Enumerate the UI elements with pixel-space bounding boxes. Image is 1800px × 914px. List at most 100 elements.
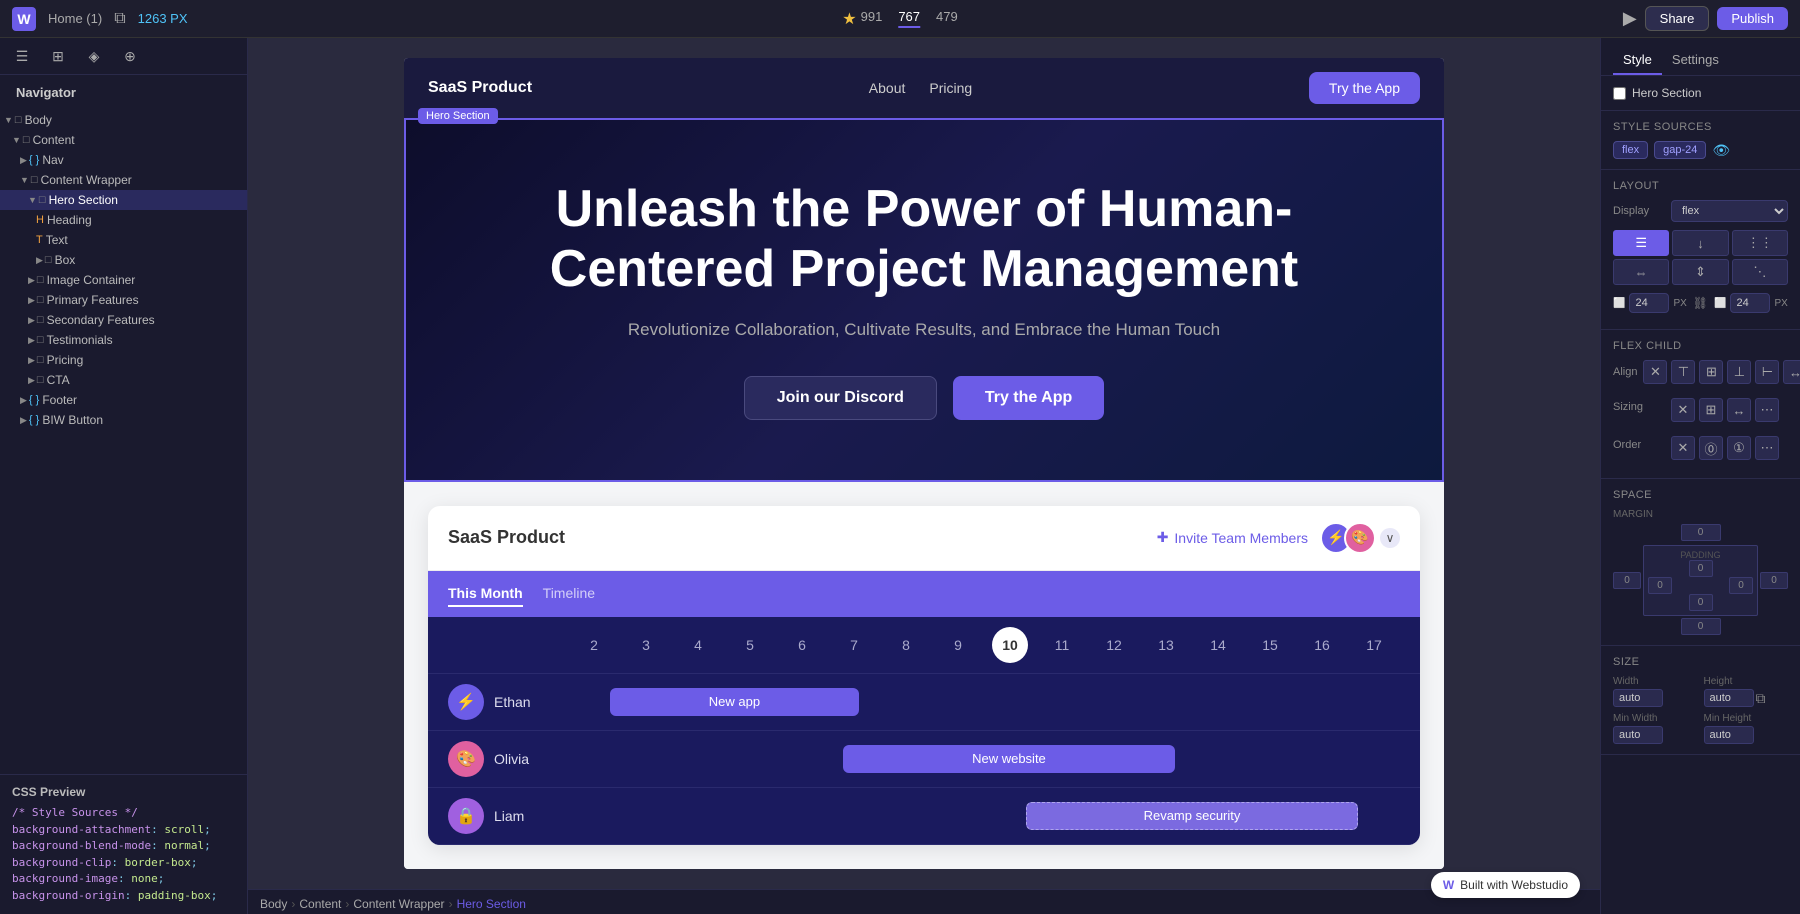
nav-item-testimonials[interactable]: ▶ □ Testimonials bbox=[0, 330, 247, 350]
nav-item-hero-section[interactable]: ▼ □ Hero Section bbox=[0, 190, 247, 210]
built-with-badge[interactable]: W Built with Webstudio bbox=[1431, 872, 1580, 898]
date-8: 8 bbox=[888, 627, 924, 663]
duplicate-icon[interactable]: ⧉ bbox=[114, 10, 125, 28]
nav-item-content[interactable]: ▼ □ Content bbox=[0, 130, 247, 150]
padding-left-input[interactable] bbox=[1629, 293, 1669, 313]
nav-link-pricing[interactable]: Pricing bbox=[929, 80, 972, 96]
margin-top-input[interactable] bbox=[1681, 524, 1721, 541]
flex-tag[interactable]: flex bbox=[1613, 141, 1648, 159]
avatar-2: 🎨 bbox=[1344, 522, 1376, 554]
app-preview-section: SaaS Product ✚ Invite Team Members ⚡ 🎨 ∨ bbox=[404, 482, 1444, 869]
flex-dir-row[interactable]: ☰ bbox=[1613, 230, 1669, 256]
margin-bottom-input[interactable] bbox=[1681, 618, 1721, 635]
share-button[interactable]: Share bbox=[1645, 6, 1710, 31]
padding-right-input[interactable] bbox=[1730, 293, 1770, 313]
task-bar-revamp-security[interactable]: Revamp security bbox=[1026, 802, 1359, 830]
margin-left-input[interactable] bbox=[1613, 572, 1641, 589]
width-input[interactable] bbox=[1613, 689, 1663, 707]
min-height-input[interactable] bbox=[1704, 726, 1754, 744]
breakpoint-991[interactable]: 991 bbox=[861, 9, 883, 28]
padding-bottom-input[interactable] bbox=[1689, 594, 1713, 611]
pages-icon[interactable]: ⊞ bbox=[44, 42, 72, 70]
flex-align-1[interactable]: ⇔ bbox=[1613, 259, 1669, 285]
sizing-more-btn[interactable]: ⋯ bbox=[1755, 398, 1779, 422]
nav-item-pricing[interactable]: ▶ □ Pricing bbox=[0, 350, 247, 370]
date-6: 6 bbox=[784, 627, 820, 663]
nav-cta-button[interactable]: Try the App bbox=[1309, 72, 1420, 104]
eye-icon[interactable]: 👁 bbox=[1712, 142, 1730, 159]
align-bottom-btn[interactable]: ⊥ bbox=[1727, 360, 1751, 384]
padding-top-input[interactable] bbox=[1689, 560, 1713, 577]
hero-checkbox-input[interactable] bbox=[1613, 87, 1626, 100]
align-right-btn[interactable]: ⊢ bbox=[1755, 360, 1779, 384]
nav-item-body[interactable]: ▼ □ Body bbox=[0, 110, 247, 130]
breadcrumb-content[interactable]: Content bbox=[299, 897, 341, 911]
search-icon[interactable]: ⊕ bbox=[116, 42, 144, 70]
align-top-btn[interactable]: ⊤ bbox=[1671, 360, 1695, 384]
resize-icon[interactable]: ⧉ bbox=[1756, 690, 1766, 707]
tab-settings[interactable]: Settings bbox=[1662, 46, 1729, 75]
breakpoint-479[interactable]: 479 bbox=[936, 9, 958, 28]
align-x-btn[interactable]: ✕ bbox=[1643, 360, 1667, 384]
breadcrumb-content-wrapper[interactable]: Content Wrapper bbox=[353, 897, 444, 911]
components-icon[interactable]: ◈ bbox=[80, 42, 108, 70]
size-title: Size bbox=[1613, 656, 1788, 668]
padding-right-inner[interactable] bbox=[1729, 577, 1753, 594]
breadcrumb-hero-section[interactable]: Hero Section bbox=[457, 897, 526, 911]
publish-button[interactable]: Publish bbox=[1717, 7, 1788, 30]
tab-this-month[interactable]: This Month bbox=[448, 581, 523, 607]
order-0-btn[interactable]: ⓪ bbox=[1699, 436, 1723, 460]
margin-right-input[interactable] bbox=[1760, 572, 1788, 589]
gap-tag[interactable]: gap-24 bbox=[1654, 141, 1706, 159]
align-buttons: ✕ ⊤ ⊞ ⊥ ⊢ ↔ bbox=[1643, 360, 1800, 384]
link-icon[interactable]: ⛓ bbox=[1693, 296, 1708, 310]
task-bar-new-app[interactable]: New app bbox=[610, 688, 860, 716]
tab-style[interactable]: Style bbox=[1613, 46, 1662, 75]
main-layout: ☰ ⊞ ◈ ⊕ Navigator ▼ □ Body ▼ □ Content bbox=[0, 38, 1800, 914]
star-icon[interactable]: ★ bbox=[842, 9, 856, 29]
invite-team-button[interactable]: ✚ Invite Team Members bbox=[1157, 529, 1308, 546]
min-width-input[interactable] bbox=[1613, 726, 1663, 744]
nav-item-text[interactable]: T Text bbox=[0, 230, 247, 250]
order-1-btn[interactable]: ① bbox=[1727, 436, 1751, 460]
nav-link-about[interactable]: About bbox=[869, 80, 906, 96]
date-5: 5 bbox=[732, 627, 768, 663]
nav-item-nav[interactable]: ▶ { } Nav bbox=[0, 150, 247, 170]
tab-timeline[interactable]: Timeline bbox=[543, 581, 595, 607]
display-select[interactable]: flex block grid bbox=[1671, 200, 1788, 222]
sizing-x-btn[interactable]: ✕ bbox=[1671, 398, 1695, 422]
flex-dir-col[interactable]: ⋮⋮ bbox=[1732, 230, 1788, 256]
flex-align-3[interactable]: ⋱ bbox=[1732, 259, 1788, 285]
nav-item-biw-button[interactable]: ▶ { } BIW Button bbox=[0, 410, 247, 430]
nav-item-secondary-features[interactable]: ▶ □ Secondary Features bbox=[0, 310, 247, 330]
nav-item-primary-features[interactable]: ▶ □ Primary Features bbox=[0, 290, 247, 310]
discord-button[interactable]: Join our Discord bbox=[744, 376, 937, 420]
order-x-btn[interactable]: ✕ bbox=[1671, 436, 1695, 460]
try-app-button[interactable]: Try the App bbox=[953, 376, 1104, 420]
width-field-group: Width bbox=[1613, 676, 1698, 707]
nav-item-box[interactable]: ▶ □ Box bbox=[0, 250, 247, 270]
avatar-chevron[interactable]: ∨ bbox=[1380, 528, 1400, 548]
app-logo: W bbox=[12, 7, 36, 31]
align-stretch-btn[interactable]: ↔ bbox=[1783, 360, 1800, 384]
flex-dir-col-arrow[interactable]: ↓ bbox=[1672, 230, 1728, 256]
sizing-fit-btn[interactable]: ⊞ bbox=[1699, 398, 1723, 422]
align-center-btn[interactable]: ⊞ bbox=[1699, 360, 1723, 384]
task-bar-new-website[interactable]: New website bbox=[843, 745, 1176, 773]
nav-item-cta[interactable]: ▶ □ CTA bbox=[0, 370, 247, 390]
nav-tree-icon[interactable]: ☰ bbox=[8, 42, 36, 70]
nav-item-heading[interactable]: H Heading bbox=[0, 210, 247, 230]
nav-item-footer[interactable]: ▶ { } Footer bbox=[0, 390, 247, 410]
order-more-btn[interactable]: ⋯ bbox=[1755, 436, 1779, 460]
home-tab[interactable]: Home (1) bbox=[48, 11, 102, 26]
nav-item-image-container[interactable]: ▶ □ Image Container bbox=[0, 270, 247, 290]
breadcrumb-body[interactable]: Body bbox=[260, 897, 287, 911]
padding-left-inner[interactable] bbox=[1648, 577, 1672, 594]
sizing-fill-btn[interactable]: ↔ bbox=[1727, 398, 1751, 422]
height-input[interactable] bbox=[1704, 689, 1754, 707]
preview-button[interactable]: ▶ bbox=[1623, 8, 1637, 29]
flex-align-2[interactable]: ⇕ bbox=[1672, 259, 1728, 285]
nav-item-content-wrapper[interactable]: ▼ □ Content Wrapper bbox=[0, 170, 247, 190]
avatar-group: ⚡ 🎨 ∨ bbox=[1320, 522, 1400, 554]
breakpoint-767[interactable]: 767 bbox=[898, 9, 920, 28]
